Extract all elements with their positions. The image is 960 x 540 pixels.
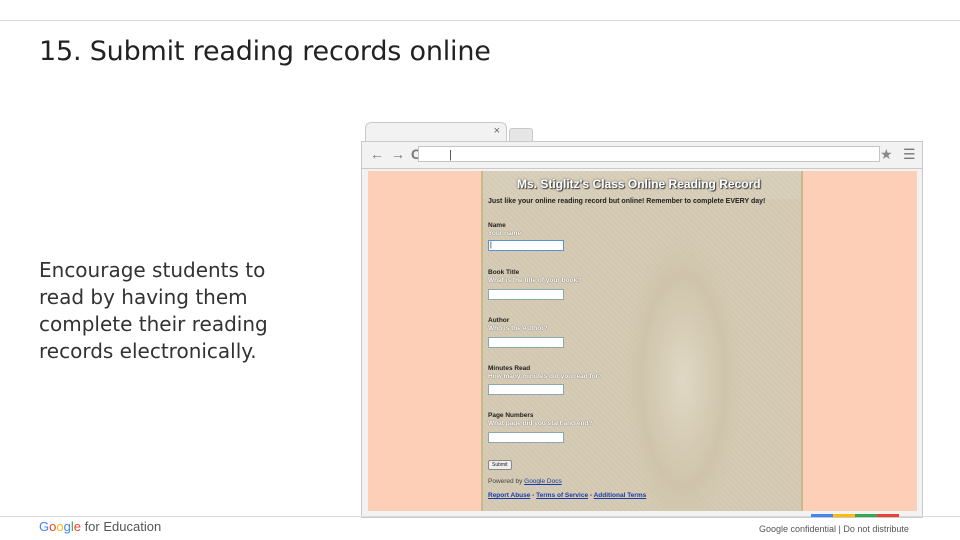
field-label-book-title: Book Title bbox=[488, 269, 520, 276]
field-help-book-title: What is the title of your book? bbox=[488, 277, 582, 284]
form-title: Ms. Stiglitz's Class Online Reading Reco… bbox=[517, 177, 761, 191]
field-label-author: Author bbox=[488, 317, 510, 324]
field-help-minutes-read: How many minutes did you read for? bbox=[488, 373, 603, 380]
minutes-read-input[interactable] bbox=[488, 384, 564, 395]
field-help-page-numbers: What page did you start and end? bbox=[488, 420, 593, 427]
powered-by-prefix: Powered by bbox=[488, 478, 523, 485]
field-help-author: Who is the Author? bbox=[488, 325, 548, 332]
browser-viewport: Ms. Stiglitz's Class Online Reading Reco… bbox=[361, 168, 923, 518]
submit-button[interactable]: Submit bbox=[488, 460, 512, 470]
form-footer-links: Report Abuse - Terms of Service - Additi… bbox=[488, 492, 646, 499]
google-for-education-logo: Google for Education bbox=[39, 519, 161, 534]
menu-icon[interactable]: ☰ bbox=[903, 146, 916, 162]
confidential-notice: Google confidential | Do not distribute bbox=[759, 524, 909, 534]
forward-arrow-icon[interactable]: → bbox=[391, 146, 405, 162]
field-label-minutes-read: Minutes Read bbox=[488, 365, 531, 372]
name-input-value: | bbox=[490, 242, 492, 249]
brand-color-blue bbox=[811, 514, 833, 517]
report-abuse-link[interactable]: Report Abuse bbox=[488, 492, 530, 499]
field-label-name: Name bbox=[488, 222, 506, 229]
bookmark-star-icon[interactable]: ★ bbox=[880, 146, 893, 162]
logo-suffix: for Education bbox=[80, 519, 162, 534]
additional-terms-link[interactable]: Additional Terms bbox=[594, 492, 647, 499]
brand-color-green bbox=[855, 514, 877, 517]
slide-title: 15. Submit reading records online bbox=[39, 36, 491, 67]
book-title-input[interactable] bbox=[488, 289, 564, 300]
brand-color-yellow bbox=[833, 514, 855, 517]
address-bar-value: | bbox=[449, 149, 452, 161]
logo-letter: g bbox=[63, 519, 71, 534]
field-label-page-numbers: Page Numbers bbox=[488, 412, 534, 419]
browser-window: × ← → C | ★ ☰ Ms. Stiglitz's Class Onlin… bbox=[361, 122, 923, 518]
form-header: Ms. Stiglitz's Class Online Reading Reco… bbox=[483, 171, 801, 199]
brand-color-strip bbox=[811, 514, 899, 517]
browser-toolbar: ← → C | ★ ☰ bbox=[361, 141, 923, 168]
top-divider bbox=[0, 20, 960, 21]
field-help-name: Your name bbox=[488, 230, 522, 237]
brand-color-red bbox=[877, 514, 899, 517]
back-arrow-icon[interactable]: ← bbox=[370, 146, 384, 162]
address-bar[interactable]: | bbox=[418, 146, 880, 162]
close-icon[interactable]: × bbox=[494, 125, 500, 137]
google-docs-link[interactable]: Google Docs bbox=[524, 478, 562, 485]
logo-letter: e bbox=[73, 519, 81, 534]
author-input[interactable] bbox=[488, 337, 564, 348]
name-input[interactable]: | bbox=[488, 240, 564, 251]
logo-letter: G bbox=[39, 519, 50, 534]
page-numbers-input[interactable] bbox=[488, 432, 564, 443]
terms-of-service-link[interactable]: Terms of Service bbox=[536, 492, 588, 499]
page-background: Ms. Stiglitz's Class Online Reading Reco… bbox=[368, 171, 917, 511]
google-form: Ms. Stiglitz's Class Online Reading Reco… bbox=[481, 171, 803, 511]
browser-tab[interactable]: × bbox=[365, 122, 507, 143]
form-description: Just like your online reading record but… bbox=[488, 198, 766, 205]
powered-by-text: Powered by Google Docs bbox=[488, 478, 562, 485]
logo-letter: o bbox=[56, 519, 64, 534]
slide-body-text: Encourage students to read by having the… bbox=[39, 258, 268, 363]
